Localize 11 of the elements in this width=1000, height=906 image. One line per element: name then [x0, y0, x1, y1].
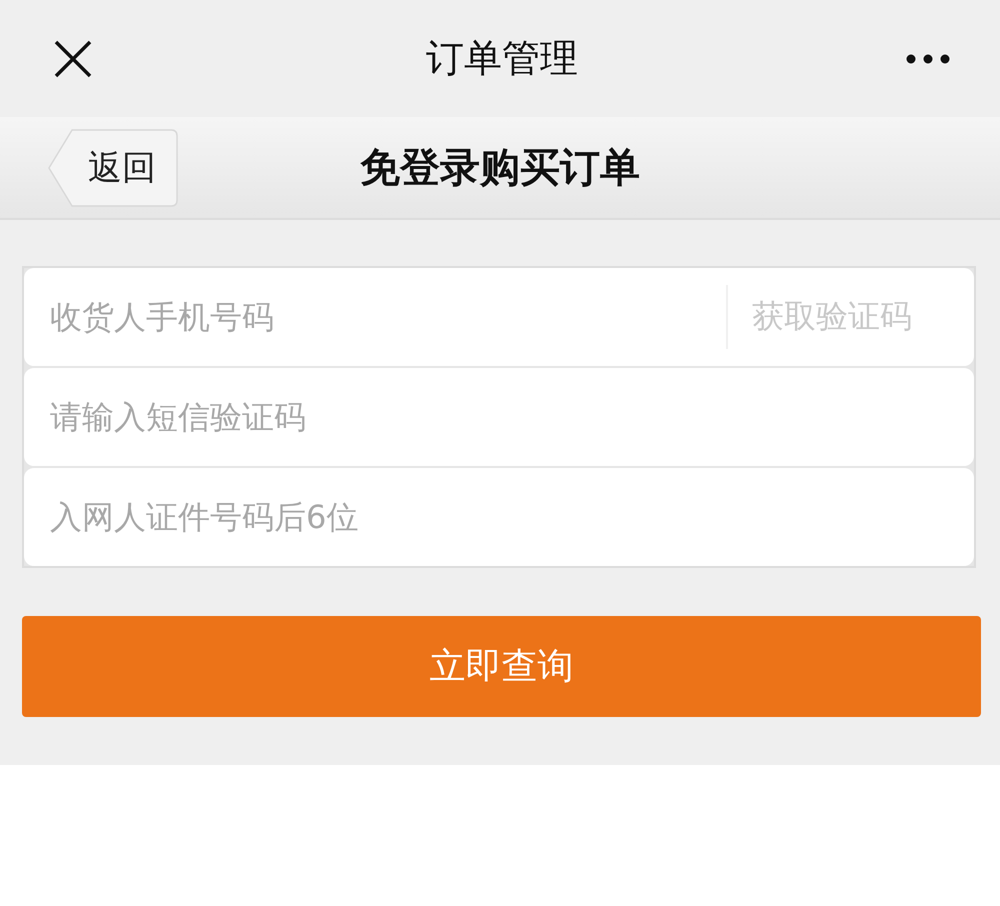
close-button[interactable] — [54, 40, 92, 78]
more-button[interactable] — [906, 54, 950, 64]
input-field[interactable]: 入网人证件号码后6位 — [24, 468, 974, 566]
input-field[interactable]: 收货人手机号码 — [24, 268, 726, 366]
close-icon — [54, 40, 92, 78]
page-title: 订单管理 — [426, 35, 578, 82]
query-button[interactable]: 立即查询 — [22, 616, 981, 717]
more-icon — [906, 54, 950, 64]
input-field[interactable]: 请输入短信验证码 — [24, 368, 974, 466]
back-button[interactable]: 返回 — [48, 128, 178, 206]
header-title: 免登录购买订单 — [360, 144, 640, 193]
